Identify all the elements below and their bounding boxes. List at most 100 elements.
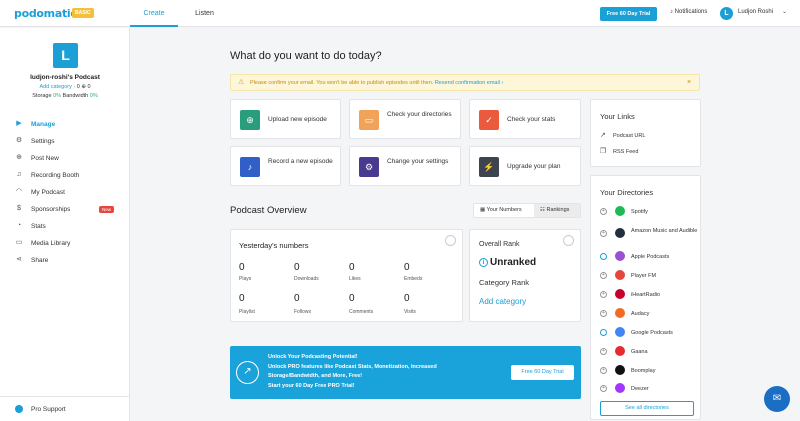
- your-links-title: Your Links: [600, 112, 635, 121]
- podomatic-logo[interactable]: podomatic: [14, 7, 77, 20]
- directory-label: Spotify: [631, 209, 648, 215]
- sidebar-item-post-new[interactable]: ⊕ Post New: [0, 151, 130, 167]
- add-icon[interactable]: [600, 253, 607, 260]
- notifications-button[interactable]: ♪ Notifications: [670, 9, 707, 15]
- copy-icon: ❐: [600, 148, 607, 155]
- rank-text: Unranked: [490, 257, 537, 268]
- category-counts: · 0 ⊕ 0: [73, 84, 91, 90]
- sidebar-item-manage[interactable]: ▶ Manage: [0, 117, 130, 133]
- downloads-label: Downloads: [294, 276, 319, 282]
- rss-feed-link[interactable]: ❐ RSS Feed: [600, 147, 638, 155]
- free-trial-button[interactable]: Free 60 Day Trial: [600, 7, 657, 21]
- folder-icon: ▭: [15, 239, 23, 246]
- comments-label: Comments: [349, 309, 374, 315]
- record-episode-card[interactable]: ♪ Record a new episode: [230, 146, 341, 186]
- rank-value: i Unranked: [479, 257, 536, 268]
- close-icon[interactable]: ×: [687, 79, 691, 86]
- player-fm-icon: [615, 270, 625, 280]
- directory-label: Audacy: [631, 311, 650, 317]
- tab-create[interactable]: Create: [130, 0, 178, 27]
- user-name[interactable]: Ludjon Roshi: [738, 9, 773, 15]
- rankings-toggle[interactable]: ☷ Rankings: [534, 204, 580, 217]
- gear-icon: ⚙: [15, 137, 23, 144]
- add-icon[interactable]: +: [600, 230, 607, 237]
- add-icon[interactable]: [600, 329, 607, 336]
- upload-episode-card[interactable]: ⊕ Upload new episode: [230, 99, 341, 139]
- resend-email-link[interactable]: Resend confirmation email ›: [435, 80, 503, 86]
- play-circle-icon: ▶: [16, 120, 22, 127]
- plays-value: 0: [239, 262, 245, 273]
- pro-support-link[interactable]: Pro Support: [0, 396, 130, 421]
- add-category-link[interactable]: Add category: [479, 297, 526, 306]
- sidebar-item-settings[interactable]: ⚙ Settings: [0, 134, 130, 150]
- bell-icon: ♪: [670, 9, 673, 15]
- podcast-avatar[interactable]: L: [53, 43, 78, 68]
- sidebar-item-my-podcast[interactable]: ◠ My Podcast: [0, 185, 130, 201]
- chat-icon[interactable]: ✉: [764, 386, 790, 412]
- chevron-down-icon[interactable]: ⌄: [782, 8, 787, 15]
- expand-icon[interactable]: [445, 235, 456, 246]
- check-directories-card[interactable]: ▭ Check your directories: [349, 99, 461, 139]
- main-content: What do you want to do today? ⚠ Please c…: [131, 28, 800, 421]
- stats-icon: ✓: [479, 110, 499, 130]
- sidebar-item-label: My Podcast: [31, 189, 65, 196]
- add-icon[interactable]: +: [600, 367, 607, 374]
- action-label: Upgrade your plan: [507, 163, 561, 170]
- add-category-link[interactable]: Add category: [39, 84, 71, 90]
- add-icon[interactable]: +: [600, 385, 607, 392]
- yesterdays-numbers-card: Yesterday's numbers 0 Plays 0 Downloads …: [230, 229, 463, 322]
- add-icon[interactable]: +: [600, 291, 607, 298]
- plan-badge: BASIC: [72, 8, 94, 18]
- action-label: Check your directories: [387, 111, 452, 118]
- directory-label: Google Podcasts: [631, 330, 673, 336]
- toggle-label: Rankings: [546, 207, 570, 213]
- storage-label: Storage: [32, 93, 52, 99]
- tab-listen[interactable]: Listen: [182, 0, 227, 27]
- change-settings-card[interactable]: ⚙ Change your settings: [349, 146, 461, 186]
- podcast-url-link[interactable]: ↗ Podcast URL: [600, 131, 645, 139]
- sidebar-item-label: Stats: [31, 223, 46, 230]
- banner-description: Unlock PRO features like Podcast Stats, …: [268, 364, 437, 379]
- check-stats-card[interactable]: ✓ Check your stats: [469, 99, 581, 139]
- sidebar: L ludjon-roshi's Podcast Add category · …: [0, 28, 130, 421]
- overall-rank-card: Overall Rank i Unranked Category Rank Add…: [469, 229, 581, 322]
- directory-label: Deezer: [631, 386, 649, 392]
- sidebar-item-share[interactable]: ⋖ Share: [0, 253, 130, 269]
- banner-trial-button[interactable]: Free 60 Day Trial: [511, 365, 574, 380]
- see-all-directories-button[interactable]: See all directories: [600, 401, 694, 416]
- chart-icon: ◔: [16, 222, 22, 229]
- sidebar-item-label: Share: [31, 257, 49, 264]
- sidebar-item-stats[interactable]: ◔ Stats: [0, 219, 130, 235]
- storage-percent: 0%: [53, 93, 62, 99]
- upgrade-plan-card[interactable]: ⚡ Upgrade your plan: [469, 146, 581, 186]
- sidebar-item-recording-booth[interactable]: ♫ Recording Booth: [0, 168, 130, 184]
- settings-icon[interactable]: [563, 235, 574, 246]
- sidebar-item-label: Sponsorships: [31, 206, 71, 213]
- top-bar: podomatic BASIC Create Listen Free 60 Da…: [0, 0, 800, 27]
- add-icon[interactable]: +: [600, 208, 607, 215]
- add-icon[interactable]: +: [600, 310, 607, 317]
- category-rank-label: Category Rank: [479, 278, 530, 287]
- spotify-icon: [615, 206, 625, 216]
- add-icon[interactable]: +: [600, 348, 607, 355]
- directory-label: Gaana: [631, 349, 648, 355]
- podcast-name: ludjon-roshi's Podcast: [30, 74, 100, 81]
- sidebar-item-label: Recording Booth: [31, 172, 80, 179]
- amazon-music-icon: [615, 228, 625, 238]
- yesterdays-numbers-title: Yesterday's numbers: [239, 241, 309, 250]
- chart-icon: ↗: [236, 361, 259, 384]
- info-icon: i: [479, 258, 488, 267]
- likes-value: 0: [349, 262, 355, 273]
- your-numbers-toggle[interactable]: ▦ Your Numbers: [474, 204, 534, 217]
- comments-value: 0: [349, 293, 355, 304]
- action-label: Check your stats: [507, 116, 556, 123]
- user-avatar[interactable]: L: [720, 7, 733, 20]
- lightning-icon: ⚡: [479, 157, 499, 177]
- sidebar-item-sponsorships[interactable]: $ Sponsorships New: [0, 202, 130, 218]
- add-icon[interactable]: +: [600, 272, 607, 279]
- action-label: Upload new episode: [268, 116, 327, 123]
- storage-usage: Storage 0% Bandwidth 0%: [0, 93, 130, 99]
- action-label: Change your settings: [387, 158, 449, 165]
- sidebar-item-media-library[interactable]: ▭ Media Library: [0, 236, 130, 252]
- bandwidth-percent: 0%: [89, 93, 98, 99]
